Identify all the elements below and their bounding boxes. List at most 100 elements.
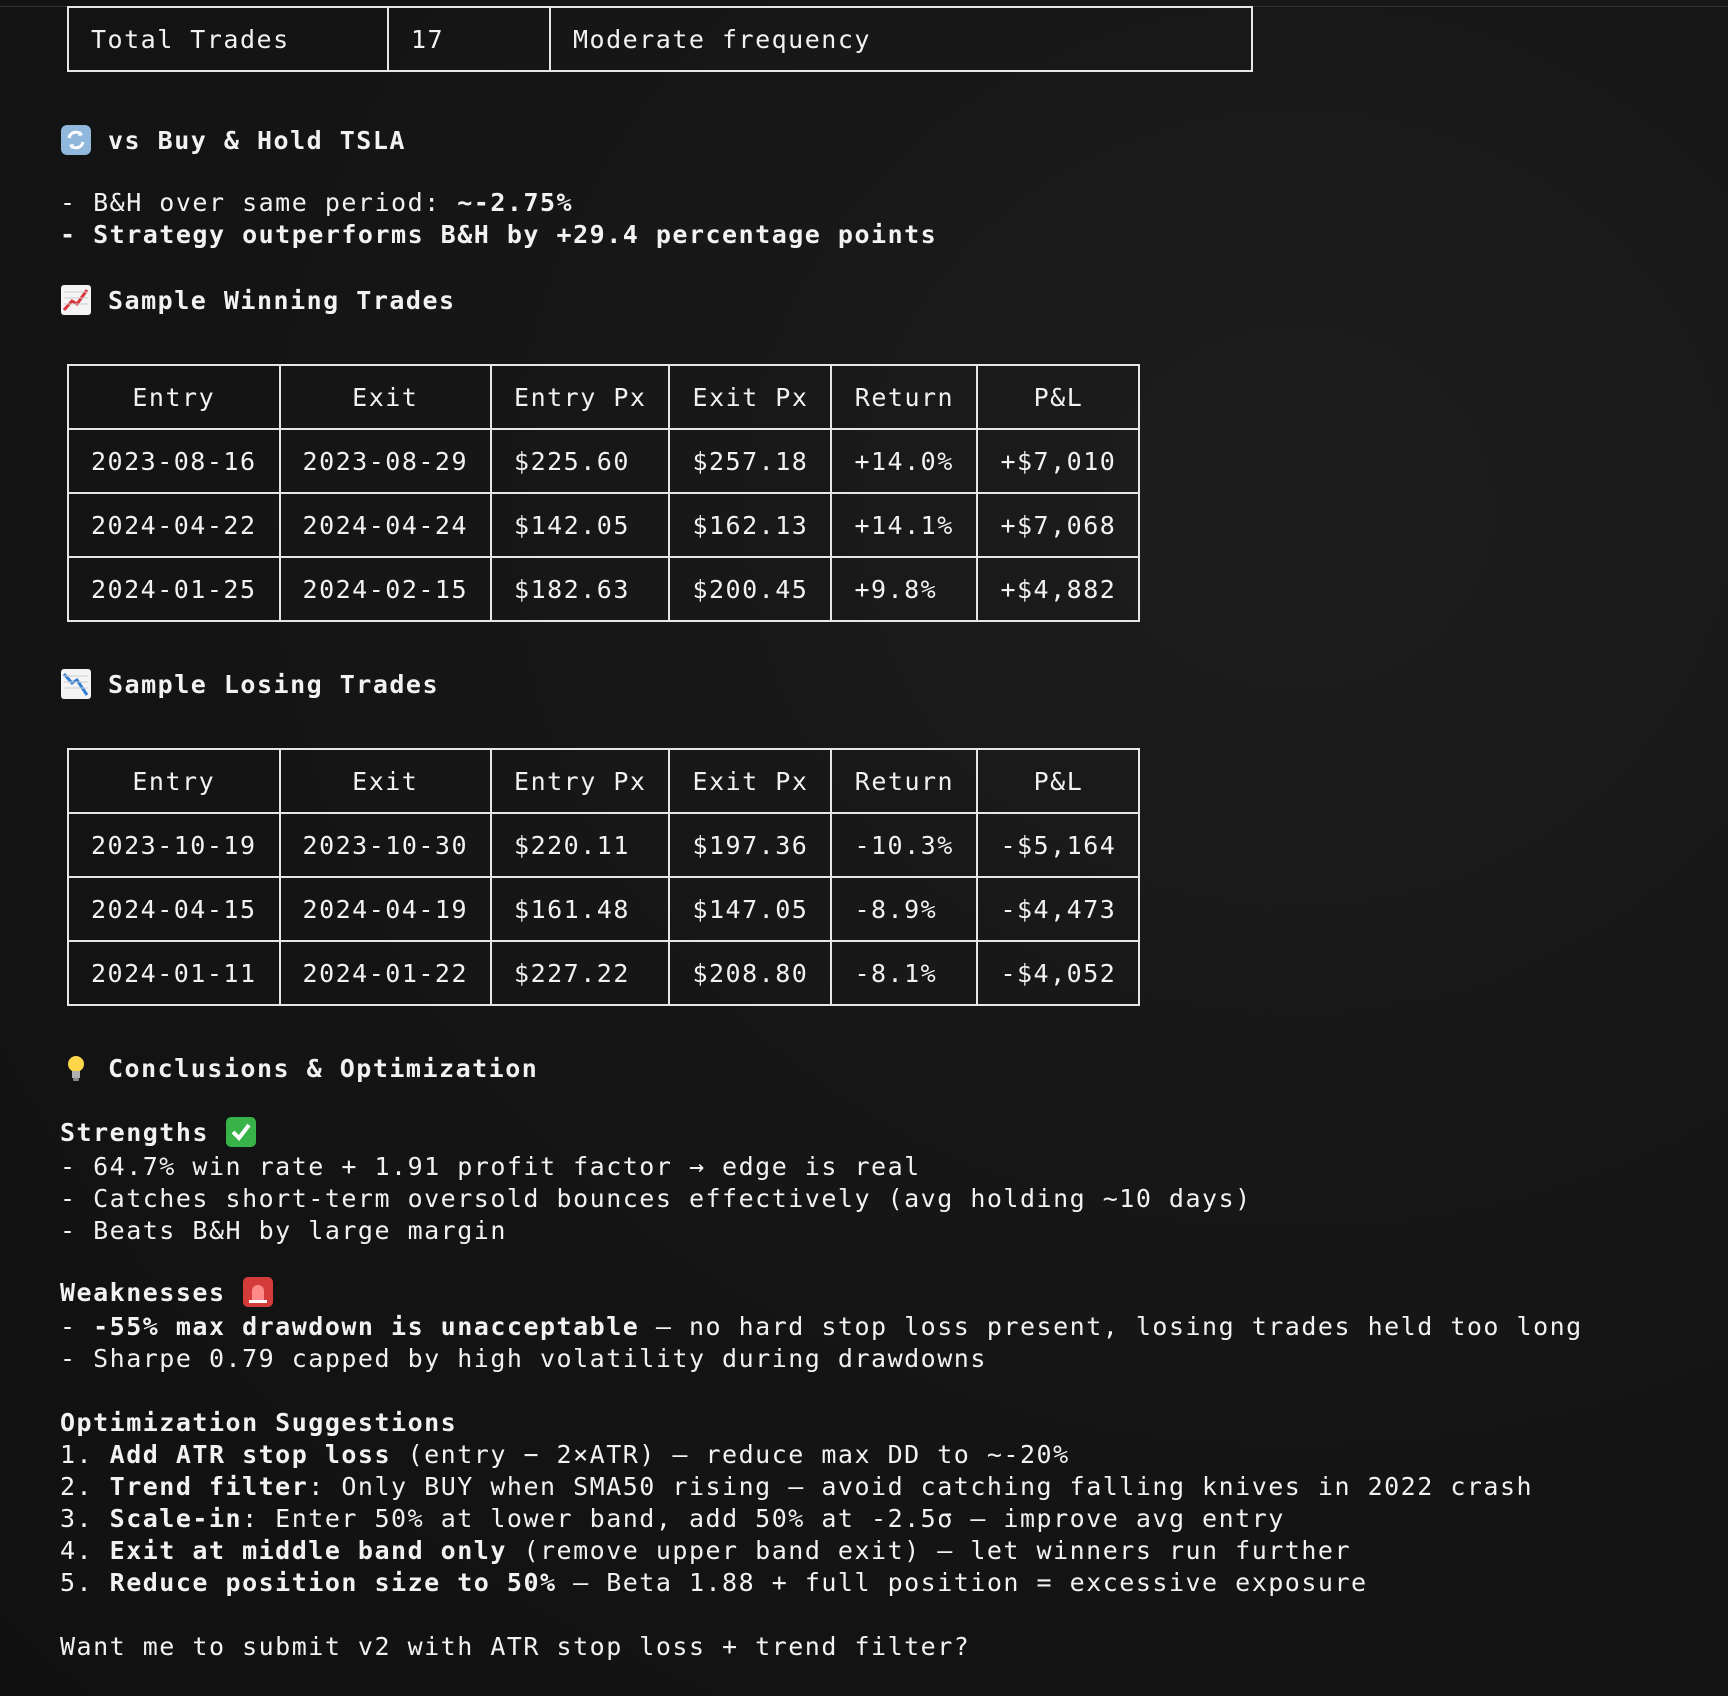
suggestion-rest: — Beta 1.88 + full position = excessive …	[556, 1568, 1368, 1597]
pnl-value: -$5,164	[976, 812, 1141, 878]
suggestion-item: 1. Add ATR stop loss (entry − 2×ATR) — r…	[60, 1440, 1070, 1469]
vs-bh-title: vs Buy & Hold TSLA	[108, 125, 406, 155]
suggestion-item: 3. Scale-in: Enter 50% at lower band, ad…	[60, 1504, 1285, 1533]
vs-bh-heading: vs Buy & Hold TSLA	[60, 124, 406, 156]
losing-trades-table: Entry Exit Entry Px Exit Px Return P&L 2…	[67, 748, 1141, 1006]
entry-price: $142.05	[490, 492, 671, 558]
entry-date: 2024-04-22	[67, 492, 281, 558]
pnl-value: +$7,068	[976, 492, 1141, 558]
table-row: 2024-01-11 2024-01-22 $227.22 $208.80 -8…	[67, 940, 1141, 1006]
return-value: +14.0%	[830, 428, 979, 494]
conclusions-title: Conclusions & Optimization	[108, 1053, 539, 1083]
exit-price: $162.13	[668, 492, 833, 558]
winning-heading: Sample Winning Trades	[60, 284, 456, 316]
return-value: -10.3%	[830, 812, 979, 878]
table-row: 2023-10-19 2023-10-30 $220.11 $197.36 -1…	[67, 812, 1141, 878]
col-header-exit-px: Exit Px	[668, 364, 833, 430]
strength-item: - 64.7% win rate + 1.91 profit factor → …	[60, 1152, 921, 1181]
bh-period-value: ~-2.75%	[457, 188, 574, 217]
weakness-rest: — no hard stop loss present, losing trad…	[639, 1312, 1583, 1341]
follow-up-question: Want me to submit v2 with ATR stop loss …	[60, 1632, 971, 1661]
col-header-pnl: P&L	[976, 364, 1141, 430]
header-row: Entry Exit Entry Px Exit Px Return P&L	[67, 748, 1141, 814]
entry-date: 2023-08-16	[67, 428, 281, 494]
exit-price: $257.18	[668, 428, 833, 494]
chart-up-icon	[60, 284, 92, 316]
exit-price: $208.80	[668, 940, 833, 1006]
col-header-exit: Exit	[278, 748, 493, 814]
weakness-item: - -55% max drawdown is unacceptable — no…	[60, 1312, 1583, 1341]
conclusions-heading: Conclusions & Optimization	[60, 1052, 538, 1084]
table-row: 2023-08-16 2023-08-29 $225.60 $257.18 +1…	[67, 428, 1141, 494]
entry-date: 2024-04-15	[67, 876, 281, 942]
strength-item: - Beats B&H by large margin	[60, 1216, 507, 1245]
suggestion-bold: Scale-in	[109, 1504, 243, 1533]
suggestion-number: 5.	[60, 1568, 110, 1597]
weakness-item: - Sharpe 0.79 capped by high volatility …	[60, 1344, 987, 1373]
suggestion-number: 2.	[60, 1472, 110, 1501]
pnl-value: -$4,052	[976, 940, 1141, 1006]
optimization-title: Optimization Suggestions	[60, 1408, 458, 1437]
col-header-entry-px: Entry Px	[490, 748, 671, 814]
suggestion-bold: Exit at middle band only	[109, 1536, 507, 1565]
entry-date: 2024-01-25	[67, 556, 281, 622]
col-header-exit-px: Exit Px	[668, 748, 833, 814]
entry-price: $182.63	[490, 556, 671, 622]
suggestion-number: 4.	[60, 1536, 110, 1565]
exit-price: $200.45	[668, 556, 833, 622]
suggestion-number: 3.	[60, 1504, 110, 1533]
suggestion-item: 2. Trend filter: Only BUY when SMA50 ris…	[60, 1472, 1533, 1501]
entry-date: 2023-10-19	[67, 812, 281, 878]
suggestion-bold: Trend filter	[109, 1472, 309, 1501]
outperform-line: - Strategy outperforms B&H by +29.4 perc…	[60, 220, 938, 249]
suggestion-number: 1.	[60, 1440, 110, 1469]
header-row: Entry Exit Entry Px Exit Px Return P&L	[67, 364, 1141, 430]
exit-date: 2023-08-29	[278, 428, 493, 494]
col-header-entry-px: Entry Px	[490, 364, 671, 430]
entry-price: $161.48	[490, 876, 671, 942]
col-header-entry: Entry	[67, 748, 281, 814]
exit-date: 2024-04-24	[278, 492, 493, 558]
return-value: +14.1%	[830, 492, 979, 558]
summary-table: Total Trades 17 Moderate frequency	[67, 6, 1253, 72]
weaknesses-heading: Weaknesses	[60, 1276, 274, 1308]
suggestion-bold: Reduce position size to 50%	[109, 1568, 557, 1597]
refresh-icon	[60, 124, 92, 156]
pnl-value: +$7,010	[976, 428, 1141, 494]
exit-price: $147.05	[668, 876, 833, 942]
exit-date: 2024-02-15	[278, 556, 493, 622]
col-header-pnl: P&L	[976, 748, 1141, 814]
exit-date: 2024-01-22	[278, 940, 493, 1006]
suggestion-bold: Add ATR stop loss	[109, 1440, 392, 1469]
table-row: 2024-04-22 2024-04-24 $142.05 $162.13 +1…	[67, 492, 1141, 558]
siren-icon	[242, 1276, 274, 1308]
suggestion-rest: : Enter 50% at lower band, add 50% at -2…	[242, 1504, 1285, 1533]
return-value: +9.8%	[830, 556, 979, 622]
winning-title: Sample Winning Trades	[108, 285, 456, 315]
exit-price: $197.36	[668, 812, 833, 878]
table-row: 2024-04-15 2024-04-19 $161.48 $147.05 -8…	[67, 876, 1141, 942]
entry-date: 2024-01-11	[67, 940, 281, 1006]
entry-price: $220.11	[490, 812, 671, 878]
value-cell: 17	[387, 6, 551, 72]
note-cell: Moderate frequency	[549, 6, 1253, 72]
col-header-entry: Entry	[67, 364, 281, 430]
suggestion-rest: (remove upper band exit) — let winners r…	[506, 1536, 1352, 1565]
losing-heading: Sample Losing Trades	[60, 668, 439, 700]
suggestion-item: 5. Reduce position size to 50% — Beta 1.…	[60, 1568, 1368, 1597]
exit-date: 2023-10-30	[278, 812, 493, 878]
col-header-return: Return	[830, 364, 979, 430]
chart-down-icon	[60, 668, 92, 700]
entry-price: $227.22	[490, 940, 671, 1006]
table-row: 2024-01-25 2024-02-15 $182.63 $200.45 +9…	[67, 556, 1141, 622]
entry-price: $225.60	[490, 428, 671, 494]
strength-item: - Catches short-term oversold bounces ef…	[60, 1184, 1252, 1213]
return-value: -8.9%	[830, 876, 979, 942]
lightbulb-icon	[60, 1052, 92, 1084]
suggestion-rest: (entry − 2×ATR) — reduce max DD to ~-20%	[391, 1440, 1070, 1469]
winning-trades-table: Entry Exit Entry Px Exit Px Return P&L 2…	[67, 364, 1141, 622]
dash: -	[60, 1312, 94, 1341]
pnl-value: +$4,882	[976, 556, 1141, 622]
weakness-bold: -55% max drawdown is unacceptable	[93, 1312, 640, 1341]
weaknesses-title: Weaknesses	[60, 1277, 226, 1307]
